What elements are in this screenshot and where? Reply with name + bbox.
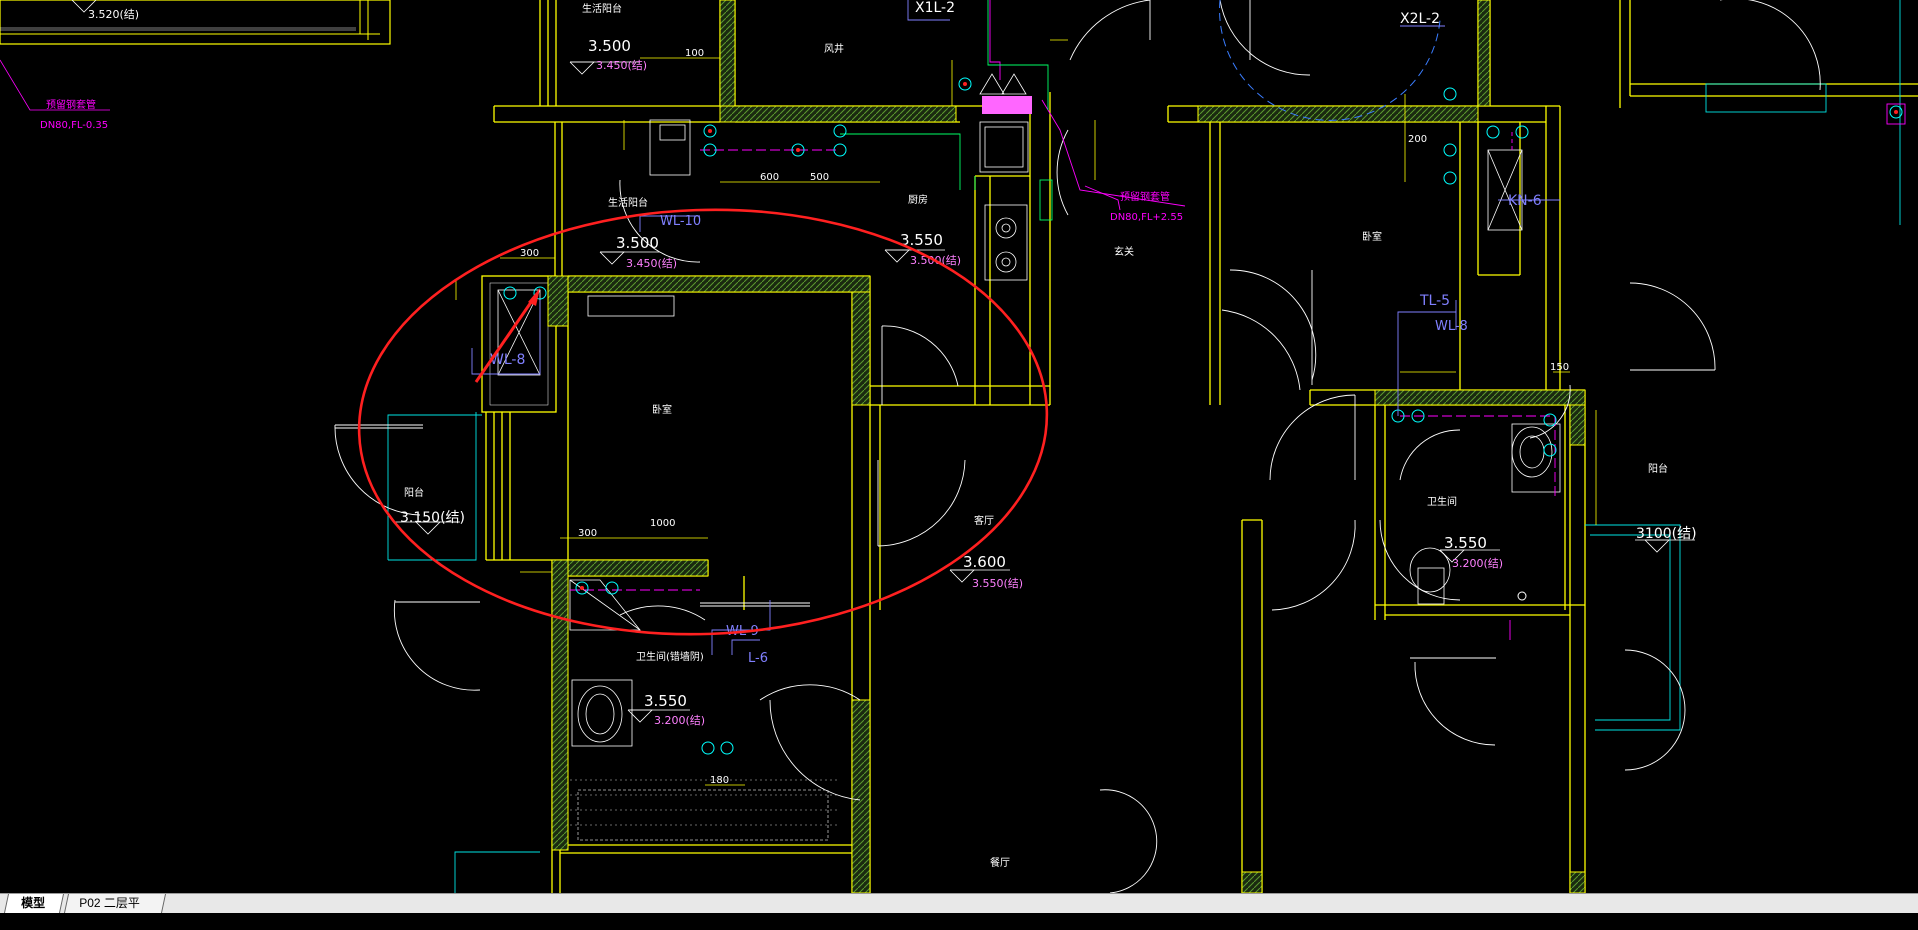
elev-3200-bath-left: 3.200(结) <box>654 714 705 727</box>
elev-3500-mid: 3.500 <box>616 234 659 252</box>
elev-3100: 3100(结) <box>1636 526 1697 542</box>
walls <box>481 0 1918 893</box>
elev-3150: 3.150(结) <box>400 510 465 526</box>
dim-300a: 300 <box>520 248 539 259</box>
elev-3550-bath-right: 3.550 <box>1444 534 1487 552</box>
layout-tab-bar: 模型 P02 二层平面图 <box>0 893 1918 928</box>
dim-100: 100 <box>685 48 704 59</box>
dim-1000: 1000 <box>650 518 675 529</box>
highlight-arrow-shaft <box>474 294 538 383</box>
dim-200: 200 <box>1408 134 1427 145</box>
room-balcony-right: 阳台 <box>1648 462 1668 475</box>
room-living: 客厅 <box>974 514 994 527</box>
room-bathroom: 卫生间 <box>1427 495 1457 508</box>
label-x2l2: X2L-2 <box>1400 11 1440 27</box>
elev-3520: 3.520(结) <box>88 8 139 21</box>
pipe-note-left-2: DN80,FL-0.35 <box>40 120 108 131</box>
room-shaft: 风井 <box>824 42 844 55</box>
elev-3550-bath-left: 3.550 <box>644 692 687 710</box>
top-left-structure <box>0 0 391 111</box>
pipe-note-mid-1: 预留钢套管 <box>1120 190 1170 203</box>
label-kn6: KN-6 <box>1508 193 1542 209</box>
room-bathroom-main: 卫生间(错墙阴) <box>636 650 704 663</box>
label-x1l2: X1L-2 <box>915 0 955 16</box>
elev-3500-top: 3.500 <box>588 37 631 55</box>
floor-plan-drawing[interactable]: X1L-2 X2L-2 TL-5 WL-8 WL-8 WL-9 WL-10 L-… <box>0 0 1918 893</box>
room-bedroom-right: 卧室 <box>1362 230 1382 243</box>
dim-600: 600 <box>760 172 779 183</box>
pipe-note-left-1: 预留钢套管 <box>46 98 96 111</box>
room-dining: 餐厅 <box>990 856 1010 869</box>
room-entry: 玄关 <box>1114 245 1134 258</box>
hatched-walls <box>547 0 1586 893</box>
dim-300b: 300 <box>578 528 597 539</box>
label-wl8-right: WL-8 <box>1435 319 1468 334</box>
room-service-balcony: 生活阳台 <box>608 196 648 209</box>
room-bedroom-left: 卧室 <box>652 403 672 416</box>
pipe-note-mid-2: DN80,FL+2.55 <box>1110 212 1183 223</box>
pipe-sleeve <box>982 96 1032 114</box>
label-l6: L-6 <box>748 651 768 666</box>
tab-model[interactable]: 模型 <box>3 894 65 913</box>
tile-hatch <box>570 779 840 826</box>
elev-3450-mid: 3.450(结) <box>626 257 677 270</box>
elev-3200-bath-right: 3.200(结) <box>1452 557 1503 570</box>
elev-3550-living: 3.550(结) <box>972 577 1023 590</box>
elev-3600: 3.600 <box>963 553 1006 571</box>
elev-3450-top: 3.450(结) <box>596 59 647 72</box>
pipe-markers <box>503 77 1903 755</box>
dim-180: 180 <box>710 775 729 786</box>
dim-500: 500 <box>810 172 829 183</box>
tab-layout-p02[interactable]: P02 二层平面图 <box>63 894 167 928</box>
cad-model-viewport[interactable]: X1L-2 X2L-2 TL-5 WL-8 WL-8 WL-9 WL-10 L-… <box>0 0 1918 893</box>
dim-150: 150 <box>1550 362 1569 373</box>
balcony-rails <box>387 0 1901 893</box>
room-service-balcony-top: 生活阳台 <box>582 2 622 15</box>
room-balcony-left: 阳台 <box>404 486 424 499</box>
dimension-lines <box>455 39 1597 786</box>
label-wl10: WL-10 <box>660 214 701 229</box>
room-kitchen: 厨房 <box>908 193 928 206</box>
label-tl5: TL-5 <box>1419 293 1450 309</box>
